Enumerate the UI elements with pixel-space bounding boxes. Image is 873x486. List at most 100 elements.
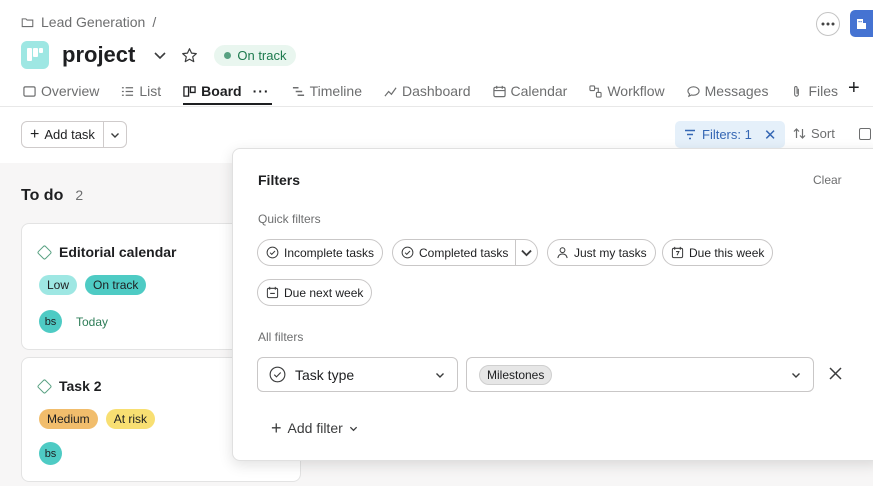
quick-filter-incomplete[interactable]: Incomplete tasks [257, 239, 384, 266]
plus-icon: + [30, 125, 40, 143]
quick-filter-due-this-week[interactable]: Due this week [662, 239, 774, 266]
top-right-actions [816, 10, 873, 37]
add-tab-button[interactable]: + [848, 77, 860, 100]
breadcrumb: Lead Generation / [21, 14, 156, 30]
sort-icon [793, 128, 806, 139]
task-title-row: Task 2 [36, 378, 102, 394]
project-status-label: On track [237, 47, 287, 63]
messages-icon [687, 85, 700, 97]
folder-icon [21, 17, 34, 27]
filters-panel: Filters Clear Quick filters Incomplete t… [232, 148, 873, 461]
chevron-down-icon [349, 426, 357, 431]
task-title-row: Editorial calendar [36, 244, 177, 260]
calendar-icon [492, 85, 506, 97]
filter-value-select[interactable]: Milestones [466, 357, 814, 392]
chip-label: Just my tasks [574, 245, 647, 260]
tab-list[interactable]: List [121, 80, 161, 102]
filter-field-select[interactable]: Task type [257, 357, 458, 392]
star-icon[interactable] [181, 47, 198, 64]
check-circle-icon [266, 246, 279, 259]
tab-label: Dashboard [402, 83, 471, 99]
group-options-icon[interactable] [859, 128, 871, 140]
all-filters-label: All filters [258, 330, 304, 344]
project-tabs: Overview List Board ··· Timeline Dashboa… [23, 77, 860, 105]
timeline-icon [292, 86, 304, 96]
tab-label: Files [808, 83, 839, 99]
chevron-down-icon [110, 132, 119, 138]
ellipsis-icon [821, 22, 835, 25]
organization-button[interactable] [850, 10, 873, 37]
tab-label: Overview [41, 83, 100, 99]
task-tags: Medium At risk [39, 409, 156, 429]
tab-files[interactable]: Files [790, 80, 838, 102]
tab-messages[interactable]: Messages [687, 80, 768, 102]
due-date[interactable]: Today [76, 315, 108, 329]
filter-icon [685, 129, 695, 140]
avatar[interactable]: bs [39, 442, 62, 465]
chevron-down-icon [436, 373, 444, 378]
milestone-diamond-icon[interactable] [36, 244, 53, 260]
add-filter-button[interactable]: + Add filter [271, 419, 358, 437]
status-tag: On track [85, 275, 147, 295]
column-title[interactable]: To do [21, 187, 63, 205]
quick-filter-just-my-tasks[interactable]: Just my tasks [547, 239, 656, 266]
clear-filters-icon[interactable]: ✕ [764, 126, 777, 144]
building-icon [857, 18, 866, 29]
list-icon [122, 86, 134, 96]
filters-panel-title: Filters [258, 172, 301, 188]
breadcrumb-separator: / [152, 14, 157, 30]
tab-label: Workflow [607, 83, 665, 99]
chevron-down-icon [521, 249, 533, 257]
selected-value-token[interactable]: Milestones [479, 364, 553, 385]
tab-calendar[interactable]: Calendar [492, 80, 568, 102]
add-task-label: Add task [44, 127, 95, 142]
completed-dropdown-button[interactable] [515, 240, 533, 265]
task-title: Editorial calendar [59, 244, 177, 260]
chevron-down-icon[interactable] [153, 48, 167, 62]
workflow-icon [589, 84, 602, 98]
tab-workflow[interactable]: Workflow [589, 80, 665, 102]
avatar[interactable]: bs [39, 310, 62, 333]
tab-board-options-icon[interactable]: ··· [253, 83, 270, 99]
task-title: Task 2 [59, 378, 102, 394]
remove-filter-icon[interactable] [828, 366, 843, 381]
tab-label: Board [201, 83, 242, 99]
overview-icon [23, 85, 36, 97]
filters-button[interactable]: Filters: 1 ✕ [675, 121, 786, 148]
sort-label: Sort [811, 126, 835, 141]
tab-label: Calendar [510, 83, 568, 99]
priority-tag: Low [39, 275, 78, 295]
breadcrumb-link[interactable]: Lead Generation [41, 14, 145, 30]
calendar-icon [671, 246, 684, 259]
project-status-badge[interactable]: On track [214, 44, 297, 66]
tab-board[interactable]: Board ··· [183, 80, 273, 105]
add-task-button[interactable]: + Add task [22, 122, 104, 147]
clear-button[interactable]: Clear [813, 173, 842, 187]
status-tag: At risk [105, 409, 156, 429]
more-options-button[interactable] [816, 11, 840, 36]
page-title: project [62, 42, 136, 67]
add-filter-label: Add filter [287, 420, 343, 436]
files-icon [794, 85, 800, 97]
priority-tag: Medium [39, 409, 98, 429]
chip-label: Due this week [689, 245, 765, 260]
tab-timeline[interactable]: Timeline [292, 80, 362, 102]
milestone-diamond-icon[interactable] [36, 378, 53, 394]
column-header: To do 2 [21, 187, 83, 205]
filter-field-value: Task type [295, 366, 355, 383]
tab-dashboard[interactable]: Dashboard [384, 80, 471, 102]
board-icon [183, 85, 196, 97]
column-count: 2 [75, 187, 84, 203]
tab-overview[interactable]: Overview [23, 80, 99, 102]
sort-button[interactable]: Sort [793, 126, 835, 141]
quick-filters-label: Quick filters [258, 212, 321, 226]
person-icon [557, 247, 568, 259]
chip-label: Due next week [284, 285, 364, 300]
quick-filter-due-next-week[interactable]: Due next week [257, 279, 373, 306]
add-task-dropdown-button[interactable] [104, 122, 126, 147]
task-meta: bs [39, 442, 62, 465]
filters-label: Filters: 1 [702, 127, 752, 142]
chevron-down-icon [792, 373, 800, 378]
tabs-divider [0, 106, 873, 107]
quick-filter-completed[interactable]: Completed tasks [392, 239, 539, 266]
